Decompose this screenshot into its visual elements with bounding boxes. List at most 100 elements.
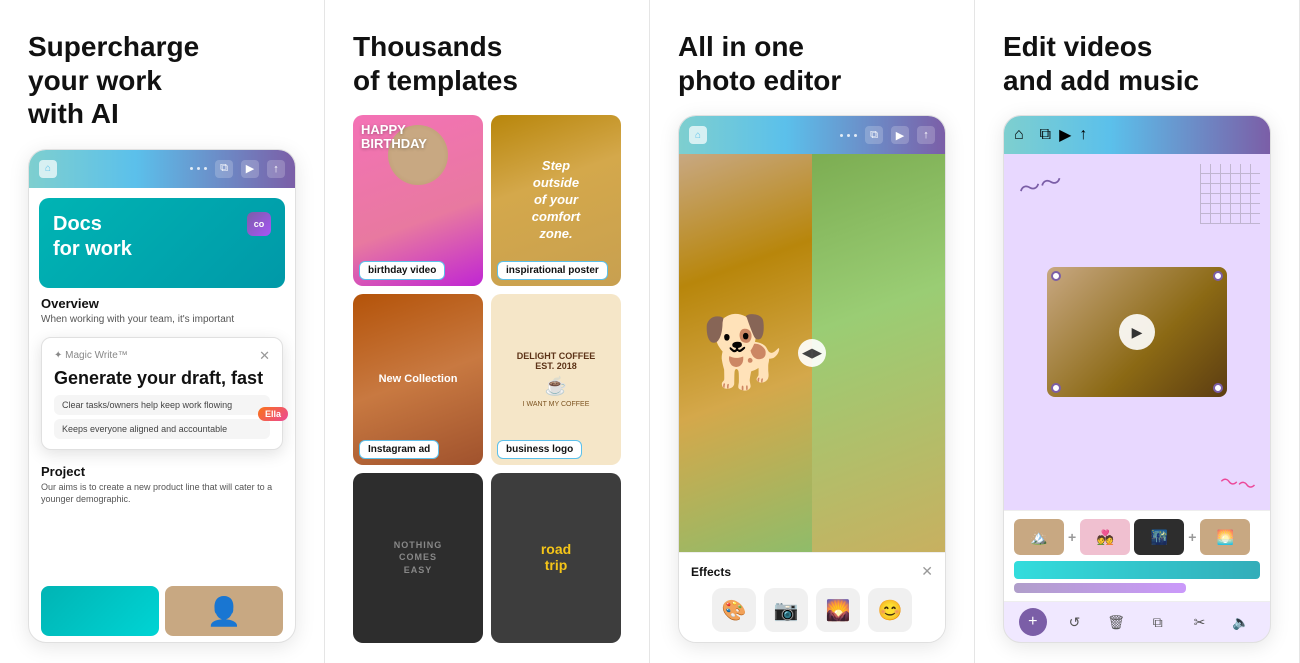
canva-logo: co xyxy=(247,212,271,236)
play-icon-3[interactable]: ▶ xyxy=(891,126,909,144)
template-grid: HAPPYBIRTHDAY birthday video Stepoutside… xyxy=(353,115,621,643)
effect-color-btn[interactable]: 🎨 xyxy=(712,588,756,632)
share-icon-4[interactable]: ↑ xyxy=(1079,126,1087,144)
project-text: Our aims is to create a new product line… xyxy=(41,481,283,506)
home-icon: ⌂ xyxy=(39,160,57,178)
menu-dots xyxy=(190,167,207,170)
magic-write-popup[interactable]: ✦ Magic Write™ ✕ Generate your draft, fa… xyxy=(41,337,283,450)
play-icon[interactable]: ▶ xyxy=(241,160,259,178)
compare-arrow-icon[interactable]: ◀▶ xyxy=(798,339,826,367)
effects-header: Effects ✕ xyxy=(691,563,933,580)
panel4-heading-line2: and add music xyxy=(1003,65,1199,96)
scribble-decoration-2: 〜〜 xyxy=(1218,467,1258,499)
share-icon-3[interactable]: ↑ xyxy=(917,126,935,144)
overview-section: Overview When working with your team, it… xyxy=(29,288,295,331)
panel-templates: Thousands of templates HAPPYBIRTHDAY bir… xyxy=(325,0,650,663)
grid-overlay xyxy=(1200,164,1260,224)
photo-phone-top-bar: ⌂ ⧉ ▶ ↑ xyxy=(679,116,945,154)
clip-3[interactable]: 🌃 xyxy=(1134,519,1184,555)
play-icon-4[interactable]: ▶ xyxy=(1059,125,1071,145)
magic-write-title: Generate your draft, fast xyxy=(54,368,270,389)
panel-photo-editor: All in one photo editor ⌂ ⧉ ▶ ↑ 🐕 ◀▶ Eff… xyxy=(650,0,975,663)
scribble-decoration-1: 〜〜 xyxy=(1015,163,1066,205)
magic-write-close-icon[interactable]: ✕ xyxy=(259,348,270,364)
template-card-nothing[interactable]: NOTHINGCOMESEASY xyxy=(353,473,483,643)
effects-panel: Effects ✕ 🎨 📷 🌄 😊 xyxy=(679,552,945,642)
dog-photo-area: 🐕 ◀▶ xyxy=(679,154,945,552)
home-icon-4: ⌂ xyxy=(1014,126,1024,144)
corner-handle-tl[interactable] xyxy=(1051,271,1061,281)
roadtrip-text: roadtrip xyxy=(533,534,579,581)
audio-track-1 xyxy=(1014,561,1260,579)
audio-track-2 xyxy=(1014,583,1186,593)
effects-title: Effects xyxy=(691,565,731,579)
video-canvas-area: 〜〜 ▶ 〜〜 xyxy=(1004,154,1270,510)
panel1-heading-line1: Supercharge xyxy=(28,31,199,62)
thumb-teal xyxy=(41,586,159,636)
layers-icon-3[interactable]: ⧉ xyxy=(865,126,883,144)
coffee-title: DELIGHT COFFEEEST. 2018 xyxy=(517,351,596,373)
coffee-sub: I WANT MY COFFEE xyxy=(523,401,590,408)
panel-supercharge: Supercharge your work with AI ⌂ ⧉ ▶ ↑ Do… xyxy=(0,0,325,663)
effect-landscape-btn[interactable]: 🌄 xyxy=(816,588,860,632)
effect-camera-btn[interactable]: 📷 xyxy=(764,588,808,632)
project-title: Project xyxy=(41,464,283,479)
template-card-roadtrip[interactable]: roadtrip xyxy=(491,473,621,643)
panel2-heading-line2: of templates xyxy=(353,65,518,96)
corner-handle-tr[interactable] xyxy=(1213,271,1223,281)
magic-write-label: ✦ Magic Write™ xyxy=(54,350,128,361)
task-item-1: Clear tasks/owners help keep work flowin… xyxy=(54,395,270,415)
template-card-inspire[interactable]: Stepoutsideof yourcomfortzone. inspirati… xyxy=(491,115,621,286)
docs-banner: Docsfor work co xyxy=(39,198,285,288)
magic-write-header: ✦ Magic Write™ ✕ xyxy=(54,348,270,364)
corner-handle-bl[interactable] xyxy=(1051,383,1061,393)
clip-1[interactable]: 🏔️ xyxy=(1014,519,1064,555)
panel1-heading: Supercharge your work with AI xyxy=(28,30,296,131)
dog-left-panel: 🐕 xyxy=(679,154,812,552)
video-phone-mock: ⌂ ⧉ ▶ ↑ 〜〜 ▶ 〜〜 🏔️ + 💑 xyxy=(1003,115,1271,643)
docs-banner-text: Docsfor work xyxy=(53,212,132,262)
panel1-heading-line3: with AI xyxy=(28,98,119,129)
thumb-face: 👤 xyxy=(165,586,283,636)
cut-icon[interactable]: ✂ xyxy=(1185,608,1213,636)
overview-title: Overview xyxy=(41,296,283,311)
layers-icon-4[interactable]: ⧉ xyxy=(1040,126,1051,144)
template-label-inspire: inspirational poster xyxy=(497,261,608,280)
rotate-icon[interactable]: ↺ xyxy=(1060,608,1088,636)
template-label-coffee: business logo xyxy=(497,440,582,459)
inspire-text: Stepoutsideof yourcomfortzone. xyxy=(524,150,588,250)
add-button[interactable]: + xyxy=(1019,608,1047,636)
nothing-text: NOTHINGCOMESEASY xyxy=(386,531,451,585)
template-card-birthday[interactable]: HAPPYBIRTHDAY birthday video xyxy=(353,115,483,286)
share-icon[interactable]: ↑ xyxy=(267,160,285,178)
layers-icon[interactable]: ⧉ xyxy=(215,160,233,178)
panel3-heading: All in one photo editor xyxy=(678,30,946,97)
timeline-area: 🏔️ + 💑 🌃 + 🌅 xyxy=(1004,510,1270,601)
play-button[interactable]: ▶ xyxy=(1119,314,1155,350)
phone-mock-1: ⌂ ⧉ ▶ ↑ Docsfor work co Overview When wo… xyxy=(28,149,296,643)
template-label-instagram: Instagram ad xyxy=(359,440,439,459)
panel1-heading-line2: your work xyxy=(28,65,162,96)
clip-4[interactable]: 🌅 xyxy=(1200,519,1250,555)
template-card-coffee[interactable]: DELIGHT COFFEEEST. 2018 ☕ I WANT MY COFF… xyxy=(491,294,621,464)
dog-right-panel xyxy=(812,154,945,552)
template-label-birthday: birthday video xyxy=(359,261,445,280)
project-section: Project Our aims is to create a new prod… xyxy=(29,456,295,510)
clip-plus-2: + xyxy=(1188,529,1196,545)
ella-badge: Ella xyxy=(258,407,288,421)
couple-photo: ▶ xyxy=(1047,267,1227,397)
effect-face-btn[interactable]: 😊 xyxy=(868,588,912,632)
panel3-heading-line1: All in one xyxy=(678,31,804,62)
effects-close-icon[interactable]: ✕ xyxy=(921,563,933,580)
panel-video-editor: Edit videos and add music ⌂ ⧉ ▶ ↑ 〜〜 ▶ 〜… xyxy=(975,0,1300,663)
video-bottom-toolbar: + ↺ 🗑 ⧉ ✂ 🔈 xyxy=(1004,601,1270,642)
template-card-instagram[interactable]: New Collection Instagram ad xyxy=(353,294,483,464)
clip-2[interactable]: 💑 xyxy=(1080,519,1130,555)
panel2-heading-line1: Thousands xyxy=(353,31,502,62)
volume-icon[interactable]: 🔈 xyxy=(1227,608,1255,636)
delete-icon[interactable]: 🗑 xyxy=(1102,608,1130,636)
duplicate-icon[interactable]: ⧉ xyxy=(1144,608,1172,636)
phone-top-bar-1: ⌂ ⧉ ▶ ↑ xyxy=(29,150,295,188)
panel2-heading: Thousands of templates xyxy=(353,30,621,97)
corner-handle-br[interactable] xyxy=(1213,383,1223,393)
